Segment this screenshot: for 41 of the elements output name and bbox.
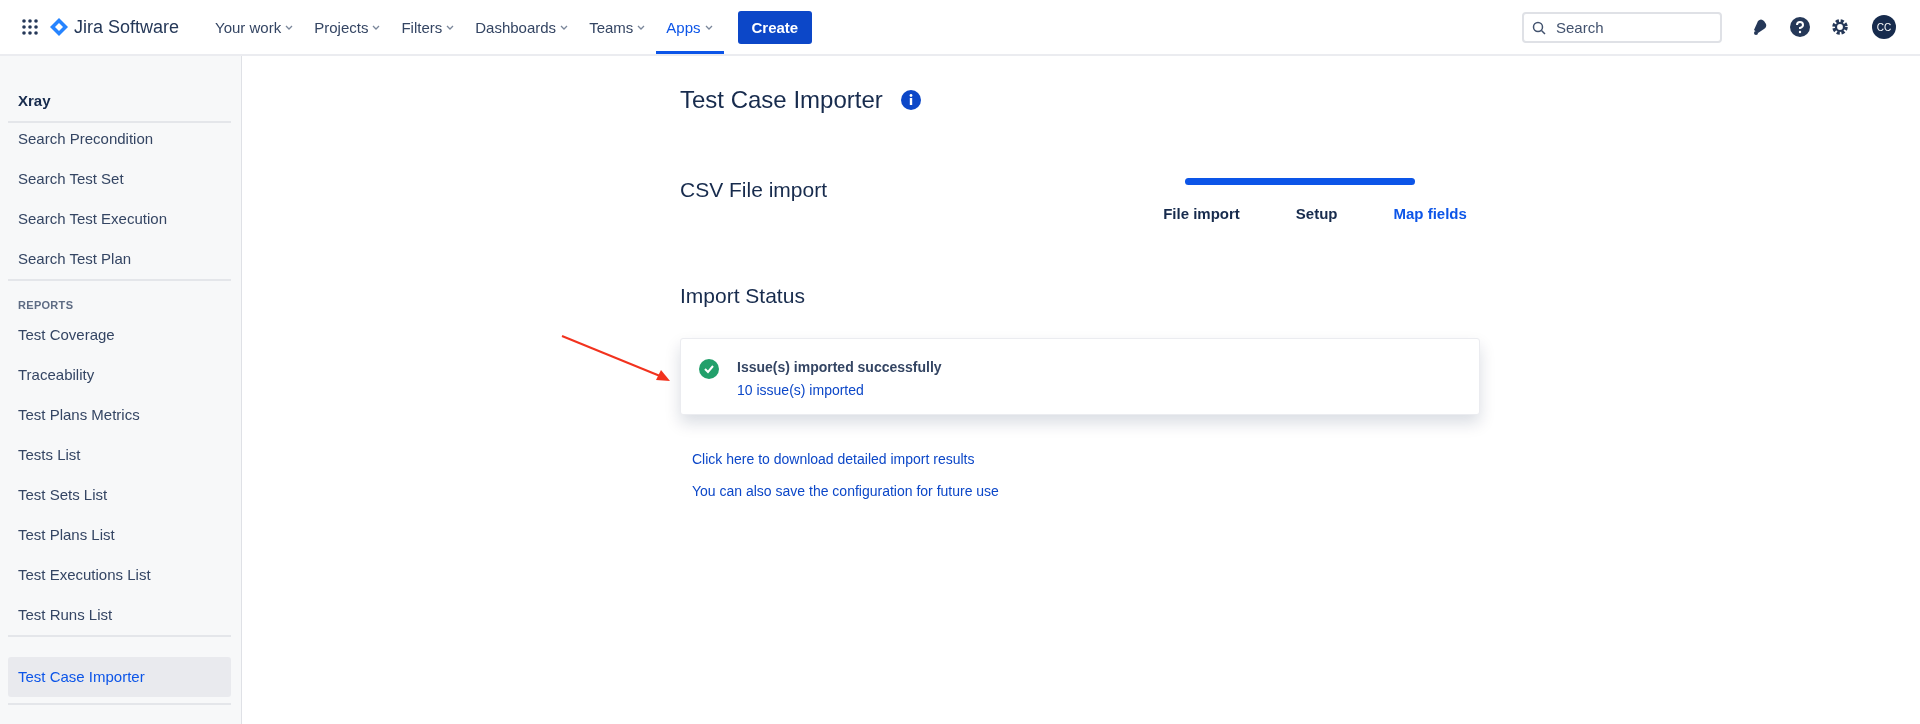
nav-menu-button[interactable]: Your work (205, 0, 305, 54)
help-icon[interactable] (1790, 17, 1810, 37)
text-link[interactable]: Click here to download detailed import results (692, 451, 975, 467)
sidebar-item[interactable]: Search Precondition (8, 119, 231, 159)
section-title: Import Status (680, 284, 806, 308)
sidebar-item[interactable]: Test Executions List (8, 555, 231, 595)
sidebar-item[interactable]: Test Sets List (8, 475, 231, 515)
create-button[interactable]: Create (737, 10, 813, 44)
wizard-step: Setup (1295, 205, 1338, 222)
info-icon[interactable] (900, 90, 921, 110)
app-grid-icon[interactable] (22, 19, 38, 35)
sidebar-item[interactable]: Search Test Plan (8, 239, 231, 279)
success-check-icon (699, 359, 719, 379)
sidebar-item[interactable]: Test Plans List (8, 515, 231, 555)
search-field[interactable]: Search (1522, 11, 1722, 43)
product-name[interactable]: Jira Software (74, 16, 180, 38)
sidebar-title: Xray (17, 91, 52, 111)
nav-menu-button[interactable]: Apps (656, 0, 724, 54)
sidebar-item[interactable]: Test Plans Metrics (8, 395, 231, 435)
user-avatar[interactable]: CC (1872, 15, 1896, 39)
settings-icon[interactable] (1830, 17, 1850, 37)
nav-menu-button[interactable]: Dashboards (465, 0, 580, 54)
wizard-step: File import (1163, 205, 1240, 222)
section-heading: REPORTS (17, 298, 75, 313)
section-title: CSV File import (680, 178, 829, 203)
sidebar-item[interactable]: Test Coverage (8, 315, 231, 355)
page-title: Test Case Importer (680, 86, 883, 114)
wizard-step: Map fields (1393, 205, 1467, 222)
text-link[interactable]: You can also save the configuration for future use (692, 483, 999, 499)
sidebar-item[interactable]: Search Test Set (8, 159, 231, 199)
imported-count-link[interactable]: 10 issue(s) imported (737, 382, 942, 398)
sidebar-item[interactable]: Tests List (8, 435, 231, 475)
sidebar-item[interactable]: Test Case Importer (8, 657, 231, 697)
diamond-logo-icon[interactable] (50, 18, 68, 36)
sidebar-item[interactable]: Traceability (8, 355, 231, 395)
status-message: Issue(s) imported successfully (737, 359, 942, 375)
nav-menu-button[interactable]: Projects (304, 0, 392, 54)
nav-menu-button[interactable]: Filters (391, 0, 466, 54)
nav-menu-button[interactable]: Teams (579, 0, 657, 54)
sidebar-item[interactable]: Test Runs List (8, 595, 231, 635)
sidebar-item[interactable]: Search Test Execution (8, 199, 231, 239)
